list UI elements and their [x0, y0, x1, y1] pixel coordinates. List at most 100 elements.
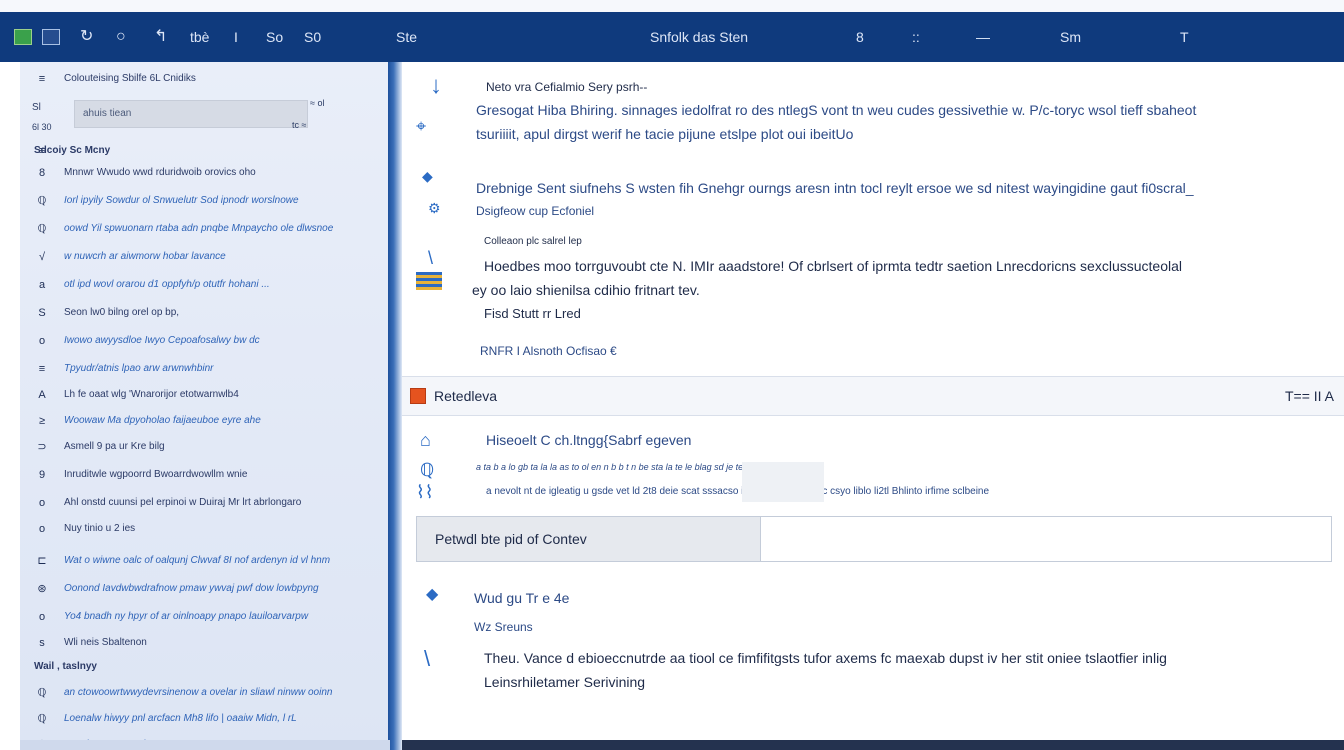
sidebar-item-icon: S — [38, 307, 46, 319]
title-control[interactable]: :: — [912, 12, 920, 62]
entry-title[interactable]: Drebnige Sent siufnehs S wsten fih Gnehg… — [476, 180, 1194, 196]
section-item-title[interactable]: Hiseoelt C ch.ltngg{Sabrf egeven — [486, 432, 691, 448]
undo-icon[interactable]: ↰ — [154, 12, 167, 62]
section-title: Retedleva — [434, 388, 498, 404]
entry-subtitle[interactable]: Dsigfeow cup Ecfoniel — [476, 204, 594, 218]
minimize-button[interactable]: — — [976, 12, 990, 62]
sidebar-item[interactable]: ⊛ Oonond Iavdwbwdrafnow pmaw ywvaj pwf do… — [20, 578, 380, 600]
toolbar-item[interactable]: So — [266, 12, 283, 62]
search-value: ahuis tiean — [83, 108, 132, 119]
sidebar-item-label: Ahl onstd cuunsi pel erpinoi w Duiraj Mr… — [64, 497, 302, 508]
section-item-line: a nevolt nt de igleatig u gsde vet ld 2t… — [486, 486, 990, 497]
title-control[interactable]: Sm — [1060, 12, 1081, 62]
sidebar-item[interactable]: 9 Inruditwle wgpoorrd Bwoarrdwowllm wnie — [20, 464, 380, 486]
entry-footer[interactable]: RNFR I Alsnoth Ocfisao € — [480, 344, 617, 358]
sidebar-item-icon: ≡ — [38, 363, 46, 375]
entry-body: Theu. Vance d ebioeccnutrde aa tiool ce … — [484, 650, 1167, 666]
sidebar-item-label: Iwowo awyysdloe Iwyo Cepoafosalwy bw dc — [64, 335, 260, 346]
window-top-edge — [0, 0, 1344, 12]
entry-body: tsuriiiit, apul dirgst werif he tacie pi… — [476, 126, 854, 142]
sidebar-item[interactable]: A Lh fe oaat wlg 'Wnarorijor etotwarnwlb4 — [20, 384, 380, 406]
sidebar-item-label: Yo4 bnadh ny hpyr of ar oinlnoapy pnapo … — [64, 611, 309, 622]
sidebar-item-label: otl ipd wovl orarou d1 oppfyh/p otutfr h… — [64, 279, 270, 290]
sidebar-item[interactable]: ℚan ctowoowrtwwydevrsinenow a ovelar in … — [20, 682, 380, 704]
menu-icon: ≡ — [38, 73, 46, 85]
sidebar-search-input[interactable]: ahuis tiean — [74, 100, 308, 128]
sidebar-item[interactable]: o Nuy tinio u 2 ies — [20, 518, 380, 540]
sidebar-item-label: Oonond Iavdwbwdrafnow pmaw ywvaj pwf dow… — [64, 583, 319, 594]
sidebar-item[interactable]: 8 Mnnwr Wwudo wwd rduridwoib orovics oho — [20, 162, 380, 184]
sidebar-item-icon: s — [39, 637, 45, 649]
sidebar-item[interactable]: ℚ Iorl ipyily Sowdur ol Snwuelutr Sod ipn… — [20, 190, 380, 212]
layers-icon — [416, 272, 442, 290]
sidebar-item[interactable]: √ w nuwcrh ar aiwmorw hobar lavance — [20, 246, 380, 268]
image-icon[interactable] — [42, 29, 60, 45]
sidebar-item[interactable]: Wail , taslnyy — [20, 656, 380, 678]
sidebar-item[interactable]: o Yo4 bnadh ny hpyr of ar oinlnoapy pnapo… — [20, 606, 380, 628]
wave-icon: ⌇⌇ — [416, 482, 434, 502]
sidebar-item[interactable]: ≡ Sdcoiy Sc Mcny — [20, 140, 380, 162]
title-control[interactable]: T — [1180, 12, 1189, 62]
sidebar-item[interactable]: o Ahl onstd cuunsi pel erpinoi w Duiraj M… — [20, 492, 380, 514]
entry-title[interactable]: Wud gu Tr e 4e — [474, 590, 569, 606]
sidebar-item-icon: o — [38, 335, 46, 347]
section-controls[interactable]: T== II A — [1285, 377, 1334, 415]
sidebar-item[interactable]: ℚoowd Yil spwuonarn rtaba adn pnqbe Mnpa… — [20, 218, 380, 240]
sidebar-item[interactable]: ⊃ Asmell 9 pa ur Kre bilg — [20, 436, 380, 458]
toolbar-item[interactable]: S0 — [304, 12, 321, 62]
sidebar-splitter[interactable] — [388, 62, 402, 750]
sidebar-item-label: Loenalw hiwyy pnl arcfacn Mh8 lifo | oaa… — [64, 713, 297, 724]
sidebar-item-icon: ℚ — [37, 687, 47, 699]
sidebar-item[interactable]: o Iwowo awyysdloe Iwyo Cepoafosalwy bw dc — [20, 330, 380, 352]
green-app-icon[interactable] — [14, 29, 32, 45]
sidebar-item[interactable]: ≥ Woowaw Ma dpyoholao faijaeuboe eyre ahe — [20, 410, 380, 432]
refresh-icon[interactable]: ↻ — [80, 12, 93, 62]
sidebar-item-icon: ℚ — [37, 713, 47, 725]
toolbar-item[interactable]: I — [234, 12, 238, 62]
content-input[interactable]: Petwdl bte pid of Contev — [416, 516, 1332, 562]
sidebar-item[interactable]: ℚ Loenalw hiwyy pnl arcfacn Mh8 lifo | oa… — [20, 708, 380, 730]
pin-icon: ⌖ — [416, 116, 427, 136]
sidebar-item[interactable]: ≡ Tpyudr/atnis lpao arw arwnwhbinr — [20, 358, 380, 380]
entry-title[interactable]: Neto vra Cefialmio Sery psrh-- — [486, 80, 647, 94]
entry-field[interactable]: Fisd Stutt rr Lred — [484, 306, 581, 321]
sidebar-footer — [20, 740, 390, 750]
search-option[interactable]: ≈ ol — [310, 98, 324, 108]
toolbar-item[interactable]: Ste — [396, 12, 417, 62]
sidebar-item-label: Seon lw0 bilng orel op bp, — [64, 307, 180, 318]
sidebar-item-label: oowd Yil spwuonarn rtaba adn pnqbe Mnpay… — [64, 223, 334, 234]
diamond-icon: ◆ — [422, 168, 433, 184]
sidebar-item-label: Inruditwle wgpoorrd Bwoarrdwowllm wnie — [64, 469, 248, 480]
sidebar-item[interactable]: s Wli neis Sbaltenon — [20, 632, 380, 654]
sidebar-item-label: Asmell 9 pa ur Kre bilg — [64, 441, 165, 452]
sidebar-item-label: Iorl ipyily Sowdur ol Snwuelutr Sod ipno… — [64, 195, 299, 206]
sidebar-item-label: Woowaw Ma dpyoholao faijaeuboe eyre ahe — [64, 415, 261, 426]
arrow-down-icon: ↓ — [430, 72, 442, 99]
search-label: Sl — [32, 102, 41, 113]
search-label: 6l 30 — [32, 122, 52, 132]
entry-subtitle: Wz Sreuns — [474, 620, 533, 634]
sidebar-item-icon: ℚ — [37, 195, 47, 207]
circle-icon[interactable]: ○ — [116, 12, 126, 62]
sidebar-item-label: Mnnwr Wwudo wwd rduridwoib orovics oho — [64, 167, 256, 178]
entry-body: Gresogat Hiba Bhiring. sinnages iedolfra… — [476, 102, 1197, 118]
link-icon: ℚ — [420, 460, 435, 480]
sidebar-item-icon: 9 — [38, 469, 46, 481]
sidebar-item-icon: a — [38, 279, 46, 291]
toolbar-item[interactable]: tbè — [190, 12, 209, 62]
sidebar-item[interactable]: ⊏ Wat o wiwne oalc of oalqunj Clwvaf 8I n… — [20, 550, 380, 572]
sidebar: ≡ Colouteising Sbilfe 6L Cnidiks Sl 6l 3… — [20, 62, 390, 750]
sidebar-item[interactable]: a otl ipd wovl orarou d1 oppfyh/p otutfr … — [20, 274, 380, 296]
sidebar-item-icon: ℚ — [37, 223, 47, 235]
sidebar-item-label: Nuy tinio u 2 ies — [64, 523, 136, 534]
sidebar-item-icon: ≥ — [38, 415, 46, 427]
title-control[interactable]: 8 — [856, 12, 864, 62]
search-option[interactable]: tc ≈ — [292, 120, 306, 130]
status-bar — [402, 740, 1344, 750]
pen-icon: \ — [424, 646, 431, 671]
main-pane: ↓ Neto vra Cefialmio Sery psrh-- ⌖ Greso… — [402, 62, 1344, 750]
sidebar-item[interactable]: S Seon lw0 bilng orel op bp, — [20, 302, 380, 324]
sidebar-header: ≡ Colouteising Sbilfe 6L Cnidiks — [20, 68, 380, 90]
pen-icon: \ — [428, 248, 434, 268]
sidebar-item-label: Wli neis Sbaltenon — [64, 637, 147, 648]
